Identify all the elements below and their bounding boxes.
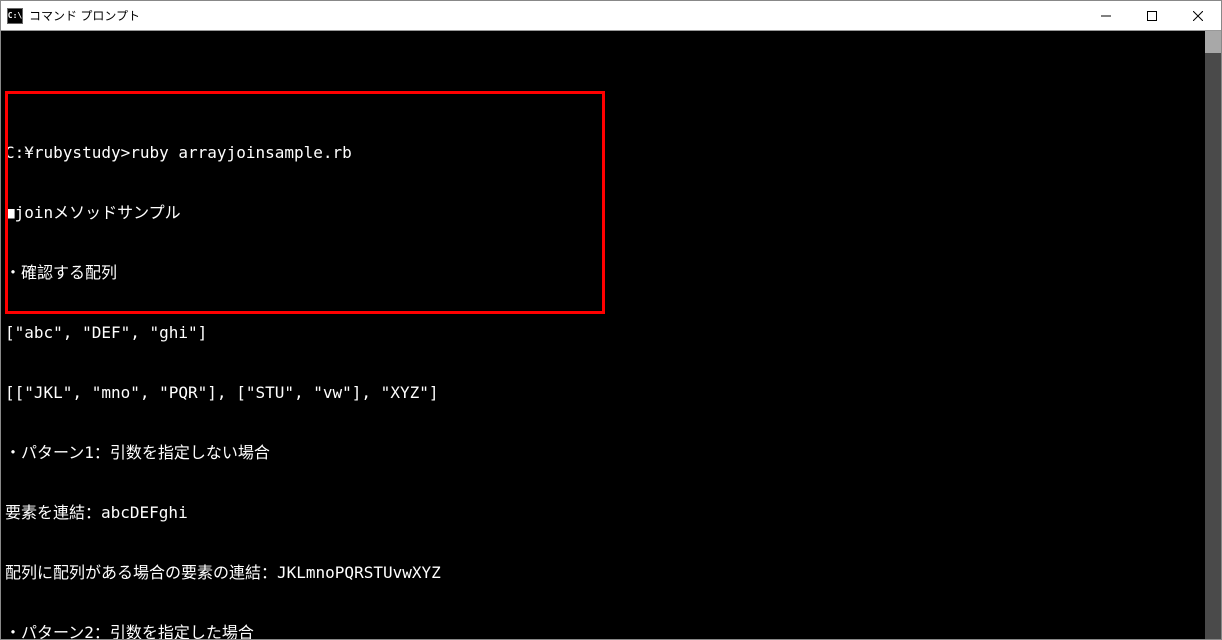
maximize-icon [1147, 11, 1157, 21]
maximize-button[interactable] [1129, 1, 1175, 30]
output-line: ・確認する配列 [5, 263, 1201, 283]
command-prompt-window: C:\ コマンド プロンプト C:¥rubystudy>ruby arrayjo… [0, 0, 1222, 640]
titlebar[interactable]: C:\ コマンド プロンプト [1, 1, 1221, 31]
app-icon: C:\ [7, 8, 23, 24]
output-line: 要素を連結：abcDEFghi [5, 503, 1201, 523]
window-controls [1083, 1, 1221, 30]
output-line: 配列に配列がある場合の要素の連結：JKLmnoPQRSTUvwXYZ [5, 563, 1201, 583]
output-line: ■joinメソッドサンプル [5, 203, 1201, 223]
prompt-line-1: C:¥rubystudy>ruby arrayjoinsample.rb [5, 143, 1201, 163]
scrollbar-thumb[interactable] [1205, 31, 1221, 53]
close-icon [1193, 11, 1203, 21]
output-line: ["abc", "DEF", "ghi"] [5, 323, 1201, 343]
vertical-scrollbar[interactable] [1205, 31, 1221, 639]
prompt-path: C:¥rubystudy> [5, 143, 130, 162]
window-title: コマンド プロンプト [29, 7, 1083, 24]
output-line: [["JKL", "mno", "PQR"], ["STU", "vw"], "… [5, 383, 1201, 403]
minimize-button[interactable] [1083, 1, 1129, 30]
app-icon-text: C:\ [8, 11, 22, 20]
terminal-content: C:¥rubystudy>ruby arrayjoinsample.rb ■jo… [1, 31, 1205, 639]
terminal-area[interactable]: C:¥rubystudy>ruby arrayjoinsample.rb ■jo… [1, 31, 1221, 639]
minimize-icon [1101, 11, 1111, 21]
output-line: ・パターン1：引数を指定しない場合 [5, 443, 1201, 463]
output-line: ・パターン2：引数を指定した場合 [5, 623, 1201, 639]
close-button[interactable] [1175, 1, 1221, 30]
prompt-command: ruby arrayjoinsample.rb [130, 143, 352, 162]
